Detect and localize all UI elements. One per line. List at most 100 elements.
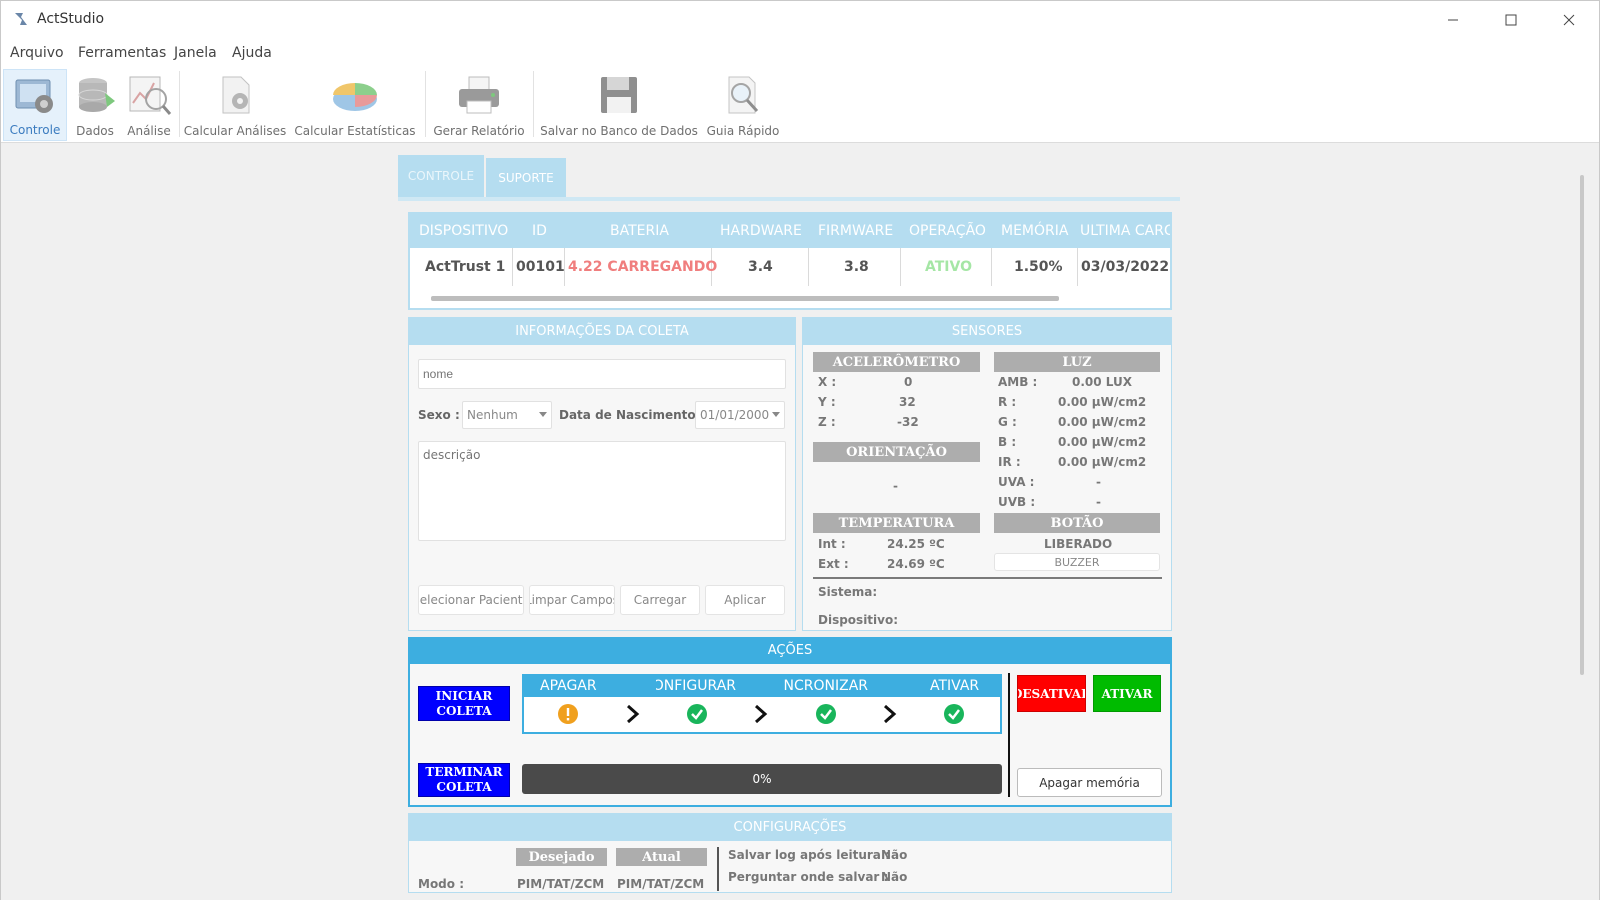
toolbar-separator	[533, 71, 534, 137]
sistema-label: Sistema:	[818, 585, 878, 599]
window-title: ActStudio	[37, 11, 105, 27]
desejado-header: Desejado	[516, 848, 607, 866]
modo-label: Modo :	[418, 877, 464, 891]
descricao-textarea[interactable]	[418, 441, 786, 541]
chevron-down-icon	[772, 412, 780, 417]
minimize-button[interactable]	[1424, 1, 1482, 39]
chevron-right-icon	[627, 704, 640, 724]
column-separator	[1077, 248, 1078, 286]
table-horizontal-scrollbar[interactable]	[431, 296, 1059, 301]
buzzer-button[interactable]: BUZZER	[994, 553, 1160, 571]
selecionar-paciente-button[interactable]: Selecionar Paciente	[418, 585, 524, 615]
toolbar-guia-rapido-label: Guia Rápido	[706, 124, 780, 138]
luz-r-label: R :	[998, 395, 1017, 409]
iniciar-coleta-button[interactable]: INICIAR COLETA	[418, 686, 510, 721]
luz-uva-value: -	[1096, 475, 1101, 489]
printer-icon	[459, 76, 499, 114]
menu-bar: Arquivo Ferramentas Janela Ajuda	[1, 39, 1599, 67]
close-button[interactable]	[1540, 1, 1598, 39]
temp-int-value: 24.25 ºC	[887, 537, 945, 551]
perguntar-value: Não	[881, 870, 908, 884]
limpar-campos-button[interactable]: Limpar Campos	[529, 585, 615, 615]
app-logo-icon	[15, 13, 27, 25]
toolbar-gerar-relatorio-label: Gerar Relatório	[433, 124, 525, 138]
database-icon	[78, 78, 115, 112]
cell-hardware[interactable]: 3.4	[748, 259, 773, 275]
cell-ultima-carga[interactable]: 03/03/2022	[1081, 259, 1169, 275]
menu-janela[interactable]: Janela	[174, 45, 217, 61]
nascimento-label: Data de Nascimento :	[559, 408, 705, 422]
apagar-memoria-button[interactable]: Apagar memória	[1017, 768, 1162, 797]
cell-id[interactable]: 00101	[516, 259, 565, 275]
toolbar-gerar-relatorio-button[interactable]: Gerar Relatório	[431, 69, 527, 141]
check-circle-icon	[687, 704, 707, 724]
configuracoes-divider	[717, 847, 719, 891]
maximize-button[interactable]	[1482, 1, 1540, 39]
tab-underline	[398, 197, 1180, 201]
orientacao-value: -	[893, 479, 898, 493]
toolbar: Controle Dados Análise Calcular Análises…	[1, 67, 1599, 143]
vertical-scrollbar[interactable]	[1580, 175, 1584, 675]
toolbar-calcular-analises-button[interactable]: Calcular Análises	[184, 69, 286, 141]
sexo-select[interactable]: Nenhum	[462, 401, 552, 429]
nascimento-date-picker[interactable]: 01/01/2000	[695, 401, 785, 429]
menu-ferramentas[interactable]: Ferramentas	[78, 45, 166, 61]
acoes-panel-title: AÇÕES	[408, 637, 1172, 664]
toolbar-guia-rapido-button[interactable]: Guia Rápido	[701, 69, 785, 141]
analysis-chart-icon	[129, 76, 172, 115]
toolbar-dados-label: Dados	[76, 124, 114, 138]
tab-suporte[interactable]: SUPORTE	[486, 158, 566, 198]
carregar-button[interactable]: Carregar	[620, 585, 700, 615]
menu-ajuda[interactable]: Ajuda	[232, 45, 272, 61]
tab-controle[interactable]: CONTROLE	[398, 155, 484, 197]
luz-amb-value: 0.00 LUX	[1072, 375, 1132, 389]
salvar-log-label: Salvar log após leitura :	[728, 848, 890, 862]
column-header-hardware: HARDWARE	[720, 223, 802, 239]
ativar-button[interactable]: ATIVAR	[1093, 675, 1161, 712]
luz-b-label: B :	[998, 435, 1017, 449]
toolbar-calcular-estatisticas-button[interactable]: Calcular Estatísticas	[293, 69, 417, 141]
toolbar-salvar-banco-button[interactable]: Salvar no Banco de Dados	[539, 69, 699, 141]
toolbar-controle-button[interactable]: Controle	[3, 69, 67, 141]
toolbar-dados-button[interactable]: Dados	[69, 69, 121, 141]
desativar-button[interactable]: DESATIVAR	[1017, 675, 1086, 712]
chevron-down-icon	[539, 412, 547, 417]
app-window: ActStudio Arquivo Ferramentas Janela Aju…	[0, 0, 1600, 900]
temperatura-header: TEMPERATURA	[813, 513, 980, 533]
acelerometro-header: ACELERÔMETRO	[813, 352, 980, 372]
cell-operacao[interactable]: ATIVO	[925, 259, 972, 275]
luz-uvb-value: -	[1096, 495, 1101, 509]
luz-b-value: 0.00 µW/cm2	[1058, 435, 1147, 449]
control-panel-icon	[15, 79, 53, 113]
cell-firmware[interactable]: 3.8	[844, 259, 869, 275]
modo-desejado-value: PIM/TAT/ZCM	[517, 877, 605, 891]
cell-memoria[interactable]: 1.50%	[1014, 259, 1063, 275]
luz-uvb-label: UVB :	[998, 495, 1036, 509]
aplicar-button[interactable]: Aplicar	[705, 585, 785, 615]
acel-x-label: X :	[818, 375, 837, 389]
terminar-coleta-button[interactable]: TERMINAR COLETA	[418, 763, 510, 797]
close-icon	[1563, 14, 1575, 26]
title-bar: ActStudio	[1, 1, 1599, 39]
check-circle-icon	[816, 704, 836, 724]
toolbar-controle-label: Controle	[9, 123, 61, 137]
cell-dispositivo[interactable]: ActTrust 1	[425, 259, 505, 275]
cell-bateria[interactable]: 4.22 CARREGANDO	[568, 259, 717, 275]
acoes-divider	[1008, 673, 1010, 797]
nome-input[interactable]	[418, 359, 786, 389]
column-header-id: ID	[532, 223, 547, 239]
column-header-operacao: OPERAÇÃO	[909, 223, 986, 239]
column-separator	[900, 248, 901, 286]
step-apagar-label: APAGAR	[540, 678, 597, 694]
toolbar-analise-button[interactable]: Análise	[123, 69, 175, 141]
nascimento-value: 01/01/2000	[700, 408, 770, 422]
dispositivo-label: Dispositivo:	[818, 613, 899, 627]
menu-arquivo[interactable]: Arquivo	[10, 45, 64, 61]
column-header-memoria: MEMÓRIA	[1001, 223, 1069, 239]
toolbar-separator	[425, 71, 426, 137]
perguntar-label: Perguntar onde salvar :	[728, 870, 889, 884]
column-separator	[512, 248, 513, 286]
configuracoes-panel-title: CONFIGURAÇÕES	[408, 813, 1172, 841]
botao-header: BOTÃO	[994, 513, 1160, 533]
acel-z-label: Z :	[818, 415, 836, 429]
